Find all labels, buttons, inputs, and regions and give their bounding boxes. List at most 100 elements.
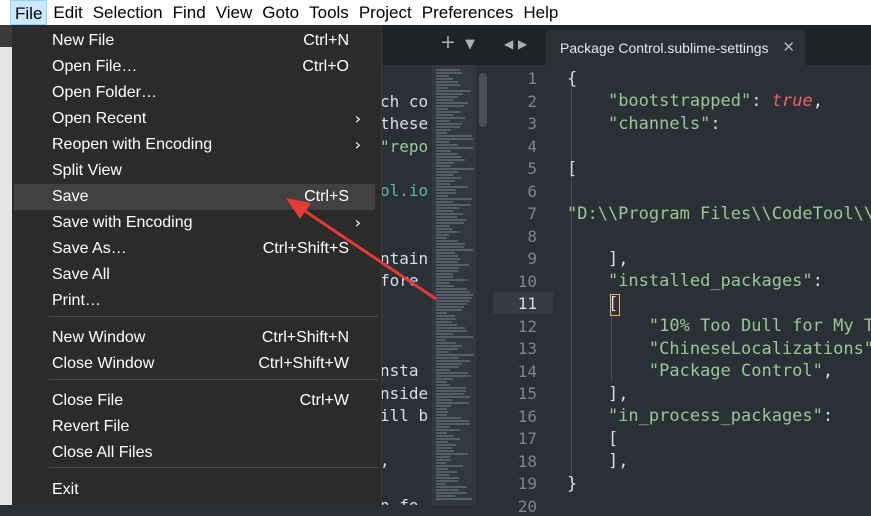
minimap-line	[436, 279, 467, 281]
minimap-line	[436, 171, 458, 173]
menu-edit[interactable]: Edit	[49, 0, 86, 25]
menu-item-open-folder[interactable]: Open Folder…	[14, 80, 375, 106]
minimap-line	[436, 108, 448, 110]
menu-item-revert-file[interactable]: Revert File	[14, 414, 375, 440]
code-line-10: "installed_packages":	[567, 271, 823, 291]
menubar: File Edit Selection Find View Goto Tools…	[0, 0, 871, 25]
prev-tab-icon[interactable]: ◀	[504, 37, 513, 51]
menu-item-print[interactable]: Print…	[14, 288, 375, 314]
menu-item-new-window[interactable]: New Window Ctrl+Shift+N	[14, 325, 375, 351]
minimap-line	[436, 393, 464, 395]
minimap-line	[436, 378, 453, 380]
minimap-line	[436, 90, 471, 92]
menu-separator	[49, 316, 378, 317]
code-line-18: ],	[567, 451, 628, 471]
minimap-line	[436, 492, 467, 494]
minimap-line	[436, 474, 449, 476]
code-line-17: [	[567, 429, 618, 449]
scrollbar-thumb[interactable]	[479, 73, 487, 127]
menu-separator	[49, 467, 378, 468]
menu-item-close-all-files[interactable]: Close All Files	[14, 440, 375, 466]
menu-item-label: Save As…	[52, 240, 127, 257]
menu-goto[interactable]: Goto	[258, 0, 303, 25]
menu-item-save[interactable]: Save Ctrl+S	[14, 184, 375, 210]
minimap-line	[436, 204, 471, 206]
menu-find[interactable]: Find	[169, 0, 210, 25]
minimap-line	[436, 423, 470, 425]
left-pane-line: ch co	[380, 92, 429, 111]
code-token: true	[771, 91, 813, 111]
minimap-line	[436, 471, 457, 473]
minimap-line	[436, 240, 458, 242]
minimap-line	[436, 177, 461, 179]
menu-item-open-file[interactable]: Open File… Ctrl+O	[14, 54, 375, 80]
menu-item-save-all[interactable]: Save All	[14, 262, 375, 288]
left-pane-line: ntain	[380, 249, 429, 268]
minimap-line	[436, 189, 456, 191]
minimap-line	[436, 426, 450, 428]
menu-item-label: Close All Files	[52, 444, 153, 461]
left-pane-line: fore	[380, 271, 419, 290]
minimap-line	[436, 102, 468, 104]
menu-help[interactable]: Help	[519, 0, 562, 25]
minimap-line	[436, 156, 461, 158]
menu-item-new-file[interactable]: New File Ctrl+N	[14, 28, 375, 54]
menu-item-open-recent[interactable]: Open Recent ›	[14, 106, 375, 132]
menu-item-split-view[interactable]: Split View	[14, 158, 375, 184]
minimap-line	[436, 384, 450, 386]
menu-project[interactable]: Project	[355, 0, 416, 25]
close-tab-icon[interactable]: ✕	[782, 38, 795, 56]
minimap[interactable]	[432, 65, 476, 505]
minimap-line	[436, 87, 448, 89]
minimap-line	[436, 228, 452, 230]
menu-item-label: Exit	[52, 481, 79, 498]
bracket-match-cursor	[610, 294, 620, 316]
menu-view[interactable]: View	[212, 0, 257, 25]
line-number: 15	[517, 384, 537, 403]
menu-preferences[interactable]: Preferences	[418, 0, 518, 25]
add-tab-icon[interactable]: +	[440, 31, 456, 53]
code-token: :	[822, 406, 834, 426]
menu-item-shortcut: Ctrl+Shift+S	[262, 240, 349, 257]
vertical-scrollbar[interactable]	[477, 65, 493, 505]
tab-list-dropdown-icon[interactable]: ▼	[465, 37, 475, 52]
minimap-line	[436, 306, 464, 308]
menu-item-save-as[interactable]: Save As… Ctrl+Shift+S	[14, 236, 375, 262]
minimap-line	[436, 354, 474, 356]
menu-tools[interactable]: Tools	[305, 0, 353, 25]
minimap-line	[436, 468, 448, 470]
minimap-line	[436, 126, 460, 128]
tab-package-control-settings[interactable]: Package Control.sublime-settings ✕	[546, 30, 805, 65]
menu-file[interactable]: File	[10, 0, 48, 25]
menu-item-reopen-with-encoding[interactable]: Reopen with Encoding ›	[14, 132, 375, 158]
left-pane-line: ill b	[380, 406, 429, 425]
minimap-line	[436, 288, 467, 290]
minimap-line	[436, 387, 466, 389]
minimap-line	[436, 93, 463, 95]
minimap-line	[436, 147, 473, 149]
line-number: 20	[517, 496, 537, 516]
next-tab-icon[interactable]: ▶	[518, 37, 527, 51]
menu-item-close-window[interactable]: Close Window Ctrl+Shift+W	[14, 351, 375, 377]
minimap-line	[436, 477, 459, 479]
minimap-line	[436, 420, 469, 422]
code-token: {	[567, 69, 578, 89]
menu-item-save-with-encoding[interactable]: Save with Encoding ›	[14, 210, 375, 236]
minimap-line	[436, 165, 451, 167]
code-token: }	[567, 474, 578, 494]
code-line-9: ],	[567, 249, 628, 269]
code-token: "channels"	[607, 114, 711, 134]
minimap-line	[436, 489, 459, 491]
menu-item-shortcut: Ctrl+Shift+W	[258, 355, 349, 372]
code-editor[interactable]: { "bootstrapped": true, "channels": [ "D…	[553, 65, 871, 505]
code-line-16: "in_process_packages":	[567, 406, 833, 426]
code-line-14: "Package Control",	[567, 361, 833, 381]
code-line-15: ],	[567, 384, 628, 404]
menu-item-close-file[interactable]: Close File Ctrl+W	[14, 388, 375, 414]
line-number: 18	[517, 451, 537, 471]
submenu-arrow-icon: ›	[354, 213, 361, 232]
menu-item-label: Close Window	[52, 355, 155, 372]
menu-selection[interactable]: Selection	[89, 0, 167, 25]
menu-item-exit[interactable]: Exit	[14, 477, 375, 503]
minimap-line	[436, 174, 453, 176]
